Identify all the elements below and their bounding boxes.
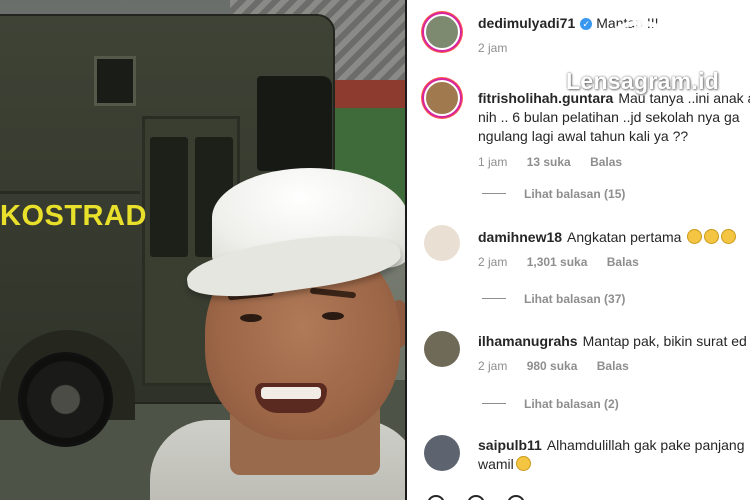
comment-text-line: nih .. 6 bulan pelatihan ..jd sekolah ny… — [478, 109, 740, 125]
comment-text-line: ngulang lagi awal tahun kali ya ?? — [478, 128, 689, 144]
verified-badge-icon: ✓ — [580, 18, 593, 30]
laughing-emoji-icon — [704, 229, 720, 244]
profile-photo-icon[interactable] — [424, 80, 460, 116]
truck-window — [94, 56, 136, 106]
door-pane — [150, 137, 188, 257]
person-teeth — [261, 387, 321, 399]
view-replies-button[interactable]: Lihat balasan (37) — [482, 292, 625, 306]
building-wall — [330, 80, 405, 108]
comment-username[interactable]: dedimulyadi71 — [478, 15, 575, 31]
comment-message: Alhamdulillah gak pake panjang — [546, 437, 745, 453]
view-replies-button[interactable]: Lihat balasan (2) — [482, 397, 619, 411]
comment-body: damihnew18 Angkatan pertama 2 jam 1,301 s… — [478, 228, 750, 269]
video-frame[interactable]: KOSTRAD — [0, 0, 405, 500]
reply-button[interactable]: Balas — [607, 255, 639, 269]
profile-photo-icon[interactable] — [424, 14, 460, 50]
comment-likes[interactable]: 980 suka — [527, 359, 578, 373]
divider-line — [482, 193, 506, 194]
comment-text: ilhamanugrahs Mantap pak, bikin surat ed — [478, 332, 750, 351]
comment-likes[interactable]: 13 suka — [527, 155, 571, 169]
comment-username[interactable]: saipulb11 — [478, 437, 542, 453]
action-bar — [427, 492, 547, 500]
share-icon[interactable] — [507, 495, 525, 500]
truck-trim — [0, 191, 140, 194]
view-replies-label: Lihat balasan (15) — [524, 187, 626, 201]
person-mouth — [255, 383, 327, 413]
comment-text-line: wamil — [478, 455, 750, 474]
comment-text-line-2: wamil — [478, 456, 514, 472]
comment-body: saipulb11 Alhamdulillah gak pake panjang … — [478, 436, 750, 474]
divider-line — [482, 298, 506, 299]
truck-window — [257, 76, 332, 171]
comment-text: damihnew18 Angkatan pertama — [478, 228, 750, 247]
laughing-emoji-icon — [687, 229, 703, 244]
person-eye — [322, 312, 344, 320]
view-replies-label: Lihat balasan (2) — [524, 397, 619, 411]
watermark-text: Lensagram.id — [566, 68, 720, 94]
comment-time: 2 jam — [478, 359, 508, 373]
lensagram-logo-icon — [605, 6, 675, 56]
comment-time: 1 jam — [478, 155, 508, 169]
comment-text: saipulb11 Alhamdulillah gak pake panjang — [478, 436, 750, 455]
comment-body: ilhamanugrahs Mantap pak, bikin surat ed … — [478, 332, 750, 373]
comment-message: Angkatan pertama — [567, 229, 682, 245]
comment-username[interactable]: ilhamanugrahs — [478, 333, 578, 349]
profile-photo-icon[interactable] — [424, 435, 460, 471]
comment-username[interactable]: damihnew18 — [478, 229, 562, 245]
reply-button[interactable]: Balas — [597, 359, 629, 373]
laughing-emoji-icon — [515, 456, 531, 471]
comment-body: fitrisholihah.guntara Mau tanya ..ini ana… — [478, 89, 750, 169]
divider-line — [482, 403, 506, 404]
reply-button[interactable]: Balas — [590, 155, 622, 169]
comment-time: 2 jam — [478, 255, 508, 269]
comment-meta: 2 jam 980 suka Balas — [478, 359, 750, 373]
person-eye — [240, 314, 262, 322]
comment-meta: 1 jam 13 suka Balas — [478, 155, 750, 169]
profile-photo-icon[interactable] — [424, 331, 460, 367]
view-replies-label: Lihat balasan (37) — [524, 292, 626, 306]
truck-wheel — [18, 352, 113, 447]
comment-likes[interactable]: 1,301 suka — [527, 255, 588, 269]
comment-time: 2 jam — [478, 41, 508, 55]
like-icon[interactable] — [427, 495, 445, 500]
comment-message: Mantap pak, bikin surat ed — [582, 333, 747, 349]
laughing-emoji-icon — [721, 229, 737, 244]
view-replies-button[interactable]: Lihat balasan (15) — [482, 187, 625, 201]
comment-meta: 2 jam 1,301 suka Balas — [478, 255, 750, 269]
profile-photo-icon[interactable] — [424, 225, 460, 261]
truck-label: KOSTRAD — [0, 200, 147, 232]
comment-icon[interactable] — [467, 495, 485, 500]
